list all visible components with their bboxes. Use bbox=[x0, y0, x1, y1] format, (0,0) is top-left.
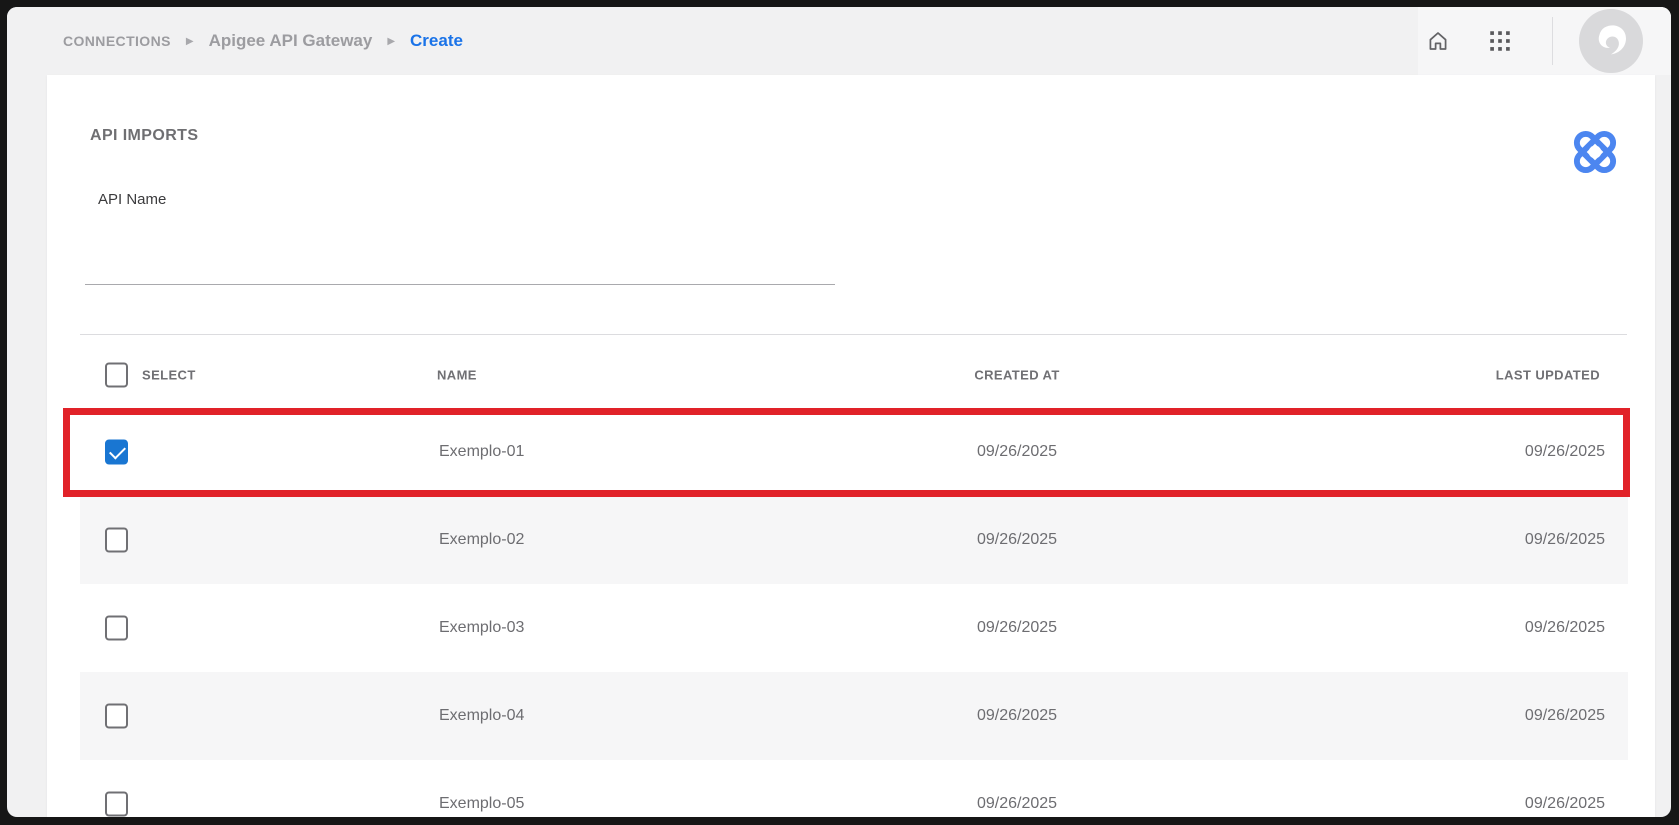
row-checkbox[interactable] bbox=[105, 792, 128, 817]
breadcrumb-apigee-api-gateway[interactable]: Apigee API Gateway bbox=[209, 31, 373, 51]
row-name: Exemplo-05 bbox=[439, 795, 524, 813]
breadcrumb-create[interactable]: Create bbox=[410, 31, 463, 51]
row-created-at: 09/26/2025 bbox=[937, 443, 1097, 461]
column-header-select: SELECT bbox=[142, 367, 196, 382]
table-row[interactable]: Exemplo-01 09/26/2025 09/26/2025 bbox=[80, 408, 1628, 496]
table-row[interactable]: Exemplo-02 09/26/2025 09/26/2025 bbox=[80, 496, 1628, 584]
column-header-updated: LAST UPDATED bbox=[1496, 367, 1600, 382]
chevron-right-icon: ▶ bbox=[186, 36, 194, 47]
row-name: Exemplo-04 bbox=[439, 707, 524, 725]
table-row[interactable]: Exemplo-04 09/26/2025 09/26/2025 bbox=[80, 672, 1628, 760]
table-row[interactable]: Exemplo-05 09/26/2025 09/26/2025 bbox=[80, 760, 1628, 817]
app-window: CONNECTIONS ▶ Apigee API Gateway ▶ Creat… bbox=[7, 7, 1671, 817]
top-bar: CONNECTIONS ▶ Apigee API Gateway ▶ Creat… bbox=[7, 7, 1671, 75]
row-name: Exemplo-02 bbox=[439, 531, 524, 549]
chevron-right-icon: ▶ bbox=[387, 36, 395, 47]
topbar-divider bbox=[1552, 17, 1553, 65]
row-created-at: 09/26/2025 bbox=[937, 795, 1097, 813]
breadcrumb-connections[interactable]: CONNECTIONS bbox=[63, 33, 171, 49]
row-last-updated: 09/26/2025 bbox=[1525, 443, 1605, 461]
avatar-swirl-icon bbox=[1591, 21, 1631, 61]
user-avatar[interactable] bbox=[1579, 9, 1643, 73]
row-created-at: 09/26/2025 bbox=[937, 707, 1097, 725]
row-last-updated: 09/26/2025 bbox=[1525, 619, 1605, 637]
page-title: API IMPORTS bbox=[90, 127, 198, 145]
row-checkbox[interactable] bbox=[105, 440, 128, 465]
row-last-updated: 09/26/2025 bbox=[1525, 707, 1605, 725]
home-icon[interactable] bbox=[1416, 19, 1460, 63]
row-last-updated: 09/26/2025 bbox=[1525, 531, 1605, 549]
topbar-actions bbox=[1416, 7, 1671, 75]
api-name-label: API Name bbox=[98, 191, 166, 208]
row-name: Exemplo-01 bbox=[439, 443, 524, 461]
apps-grid-icon[interactable] bbox=[1478, 19, 1522, 63]
apigee-logo-icon bbox=[1568, 125, 1622, 179]
api-name-input[interactable] bbox=[85, 225, 835, 285]
breadcrumb: CONNECTIONS ▶ Apigee API Gateway ▶ Creat… bbox=[63, 7, 463, 75]
row-created-at: 09/26/2025 bbox=[937, 619, 1097, 637]
select-all-checkbox[interactable] bbox=[105, 362, 128, 387]
table-row[interactable]: Exemplo-03 09/26/2025 09/26/2025 bbox=[80, 584, 1628, 672]
row-checkbox[interactable] bbox=[105, 704, 128, 729]
table-top-divider bbox=[80, 334, 1627, 335]
table-body: Exemplo-01 09/26/2025 09/26/2025 Exemplo… bbox=[80, 408, 1628, 817]
row-name: Exemplo-03 bbox=[439, 619, 524, 637]
row-checkbox[interactable] bbox=[105, 616, 128, 641]
column-header-created: CREATED AT bbox=[937, 367, 1097, 382]
column-header-name: NAME bbox=[437, 367, 477, 382]
row-last-updated: 09/26/2025 bbox=[1525, 795, 1605, 813]
row-checkbox[interactable] bbox=[105, 528, 128, 553]
api-imports-card: API IMPORTS API Name SELECT NAME CREATED… bbox=[47, 75, 1655, 817]
table-header-row: SELECT NAME CREATED AT LAST UPDATED bbox=[80, 347, 1628, 402]
row-created-at: 09/26/2025 bbox=[937, 531, 1097, 549]
